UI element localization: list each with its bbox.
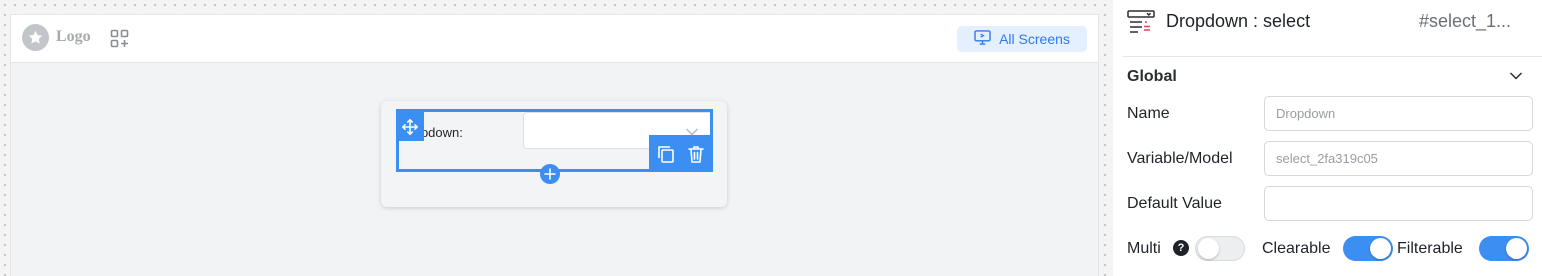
help-icon[interactable]: ? <box>1173 240 1189 256</box>
plus-icon <box>544 168 556 180</box>
name-label: Name <box>1127 105 1170 122</box>
toggle-knob <box>1370 238 1391 259</box>
all-screens-label: All Screens <box>999 31 1070 47</box>
name-input[interactable] <box>1264 96 1533 131</box>
clearable-toggle[interactable] <box>1343 236 1393 261</box>
screen-canvas: Logo All Screens Dropdown: <box>10 14 1099 276</box>
panel-header: Dropdown : select #select_1... <box>1113 0 1542 44</box>
section-title-global: Global <box>1127 68 1177 85</box>
apps-add-icon[interactable] <box>110 29 130 49</box>
multi-label: Multi <box>1127 240 1161 257</box>
default-value-label: Default Value <box>1127 195 1222 212</box>
screen-header: Logo All Screens <box>11 15 1098 63</box>
copy-icon[interactable] <box>654 142 678 166</box>
add-widget-button[interactable] <box>540 164 560 184</box>
all-screens-button[interactable]: All Screens <box>957 26 1087 52</box>
filterable-toggle[interactable] <box>1479 236 1529 261</box>
clearable-label: Clearable <box>1262 240 1331 257</box>
variable-label: Variable/Model <box>1127 150 1233 167</box>
variable-input[interactable] <box>1264 141 1533 176</box>
chevron-down-icon[interactable] <box>1509 71 1523 81</box>
filterable-label: Filterable <box>1397 240 1463 257</box>
star-icon <box>22 24 49 51</box>
component-title: Dropdown : select <box>1166 11 1311 31</box>
form-card: Dropdown: <box>381 101 727 207</box>
trash-icon[interactable] <box>684 142 708 166</box>
move-icon[interactable] <box>396 112 424 141</box>
component-id: #select_1... <box>1419 11 1512 31</box>
toggle-knob <box>1506 238 1527 259</box>
multi-toggle[interactable] <box>1195 236 1245 261</box>
default-value-input[interactable] <box>1264 186 1533 221</box>
toggle-knob <box>1198 238 1219 259</box>
logo-text: Logo <box>56 28 91 45</box>
properties-panel: Dropdown : select #select_1... Global Na… <box>1113 0 1542 276</box>
monitor-icon <box>974 30 991 48</box>
divider <box>1123 56 1542 57</box>
select-component-icon <box>1127 10 1155 33</box>
widget-action-bar <box>649 135 713 172</box>
